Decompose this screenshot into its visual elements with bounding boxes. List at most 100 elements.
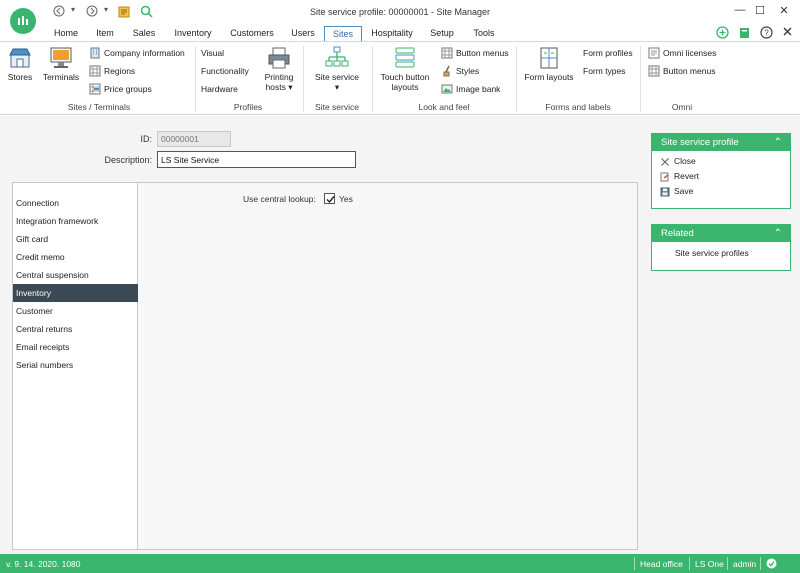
form-profiles-button[interactable]: Form profiles [583,46,633,60]
close-action[interactable]: Close [652,154,790,169]
terminal-icon [50,47,72,68]
store-icon [9,48,31,68]
save-action[interactable]: Save [652,184,790,199]
price-groups-label: Price groups [104,84,152,94]
group-label-sites-terminals: Sites / Terminals [67,102,131,112]
nav-item-email-receipts[interactable]: Email receipts [13,338,138,356]
svg-text:?: ? [764,29,769,38]
omni-button-menus-icon [648,65,660,77]
form-layouts-button[interactable]: Form layouts [522,46,576,82]
company-information-button[interactable]: Company information [89,46,185,60]
connection-status-icon[interactable] [766,558,777,571]
tab-home[interactable]: Home [48,26,84,42]
tab-sales[interactable]: Sales [127,26,161,42]
app-logo-icon[interactable] [10,8,36,34]
styles-label: Styles [456,66,480,76]
omni-button-menus-label: Button menus [663,66,716,76]
price-groups-icon [89,83,101,95]
nav-item-customer[interactable]: Customer [13,302,138,320]
ribbon-tabs: Home Item Sales Inventory Customers User… [0,26,800,42]
books-icon[interactable] [738,26,751,41]
minimize-button[interactable]: — [730,4,750,20]
nav-item-central-returns[interactable]: Central returns [13,320,138,338]
site-service-profiles-link[interactable]: Site service profiles [652,246,790,261]
nav-item-credit-memo[interactable]: Credit memo [13,248,138,266]
central-lookup-checkbox[interactable] [324,193,335,204]
group-label-profiles: Profiles [233,102,263,112]
visual-label: Visual [201,48,224,58]
styles-button[interactable]: Styles [441,64,479,78]
version-label: v. 9. 14. 2020. 1080 [6,559,81,569]
site-service-icon [325,46,349,67]
form-types-button[interactable]: Form types [583,64,626,78]
close-tab-icon[interactable] [782,26,793,39]
terminal-label: LS One [695,559,724,569]
nav-item-integration-framework[interactable]: Integration framework [13,212,138,230]
visual-button[interactable]: Visual [201,46,224,60]
image-bank-button[interactable]: Image bank [441,82,500,96]
collapse-icon[interactable]: ⌃ [774,225,782,242]
related-card: Related ⌃ Site service profiles [651,224,791,271]
status-separator [727,557,728,570]
actions-card-title: Site service profile [661,137,739,148]
printer-icon [268,47,290,69]
group-separator [195,46,196,112]
form-types-label: Form types [583,66,626,76]
functionality-button[interactable]: Functionality [201,64,249,78]
close-window-button[interactable]: ✕ [774,4,794,20]
company-information-label: Company information [104,48,185,58]
tab-item[interactable]: Item [90,26,120,42]
regions-button[interactable]: Regions [89,64,135,78]
related-card-title: Related [661,228,694,239]
user-label: admin [733,559,757,569]
button-menus-button[interactable]: Button menus [441,46,508,60]
hardware-button[interactable]: Hardware [201,82,238,96]
maximize-button[interactable]: ☐ [750,4,770,20]
tab-inventory[interactable]: Inventory [168,26,218,42]
nav-item-serial-numbers[interactable]: Serial numbers [13,356,138,374]
button-menus-label: Button menus [456,48,509,58]
plugin-icon[interactable] [716,26,729,41]
save-icon [660,187,670,196]
help-icon[interactable]: ? [760,26,773,41]
tab-setup[interactable]: Setup [425,26,459,42]
checkmark-icon [326,196,335,204]
nav-item-gift-card[interactable]: Gift card [13,230,138,248]
stores-button[interactable]: Stores [4,46,36,82]
tab-sites[interactable]: Sites [324,26,362,42]
omni-button-menus-button[interactable]: Button menus [648,64,715,78]
save-action-label: Save [674,186,694,196]
touch-button-layouts-line2: layouts [391,82,419,92]
actions-card-header[interactable]: Site service profile ⌃ [652,134,790,151]
tab-hospitality[interactable]: Hospitality [366,26,418,42]
close-icon [661,157,669,166]
group-label-omni: Omni [671,102,693,112]
collapse-icon[interactable]: ⌃ [774,134,782,151]
revert-action[interactable]: Revert [652,169,790,184]
printing-hosts-button[interactable]: Printing hosts ▾ [258,46,300,92]
description-field[interactable]: LS Site Service [157,151,356,168]
terminals-label: Terminals [42,72,80,82]
form-layouts-label: Form layouts [524,72,574,82]
nav-item-connection[interactable]: Connection [13,194,138,212]
ribbon: Stores Terminals Company information Reg… [0,42,800,115]
price-groups-button[interactable]: Price groups [89,82,152,96]
site-service-button[interactable]: Site service ▾ [310,46,364,92]
image-bank-label: Image bank [456,84,501,94]
image-icon [441,84,453,94]
nav-item-inventory[interactable]: Inventory [13,284,138,302]
functionality-label: Functionality [201,66,249,76]
touch-button-layouts-button[interactable]: Touch button layouts [377,46,433,92]
close-action-label: Close [674,156,696,166]
settings-nav: Connection Integration framework Gift ca… [13,183,138,549]
related-card-header[interactable]: Related ⌃ [652,225,790,242]
omni-licenses-button[interactable]: Omni licenses [648,46,716,60]
tab-customers[interactable]: Customers [226,26,278,42]
tab-users[interactable]: Users [286,26,320,42]
title-bar: ▾ ▾ Site service profile: 00000001 - Sit… [0,0,800,34]
terminals-button[interactable]: Terminals [40,46,82,82]
form-layout-icon [540,47,558,69]
tab-tools[interactable]: Tools [467,26,501,42]
status-separator [760,557,761,570]
nav-item-central-suspension[interactable]: Central suspension [13,266,138,284]
